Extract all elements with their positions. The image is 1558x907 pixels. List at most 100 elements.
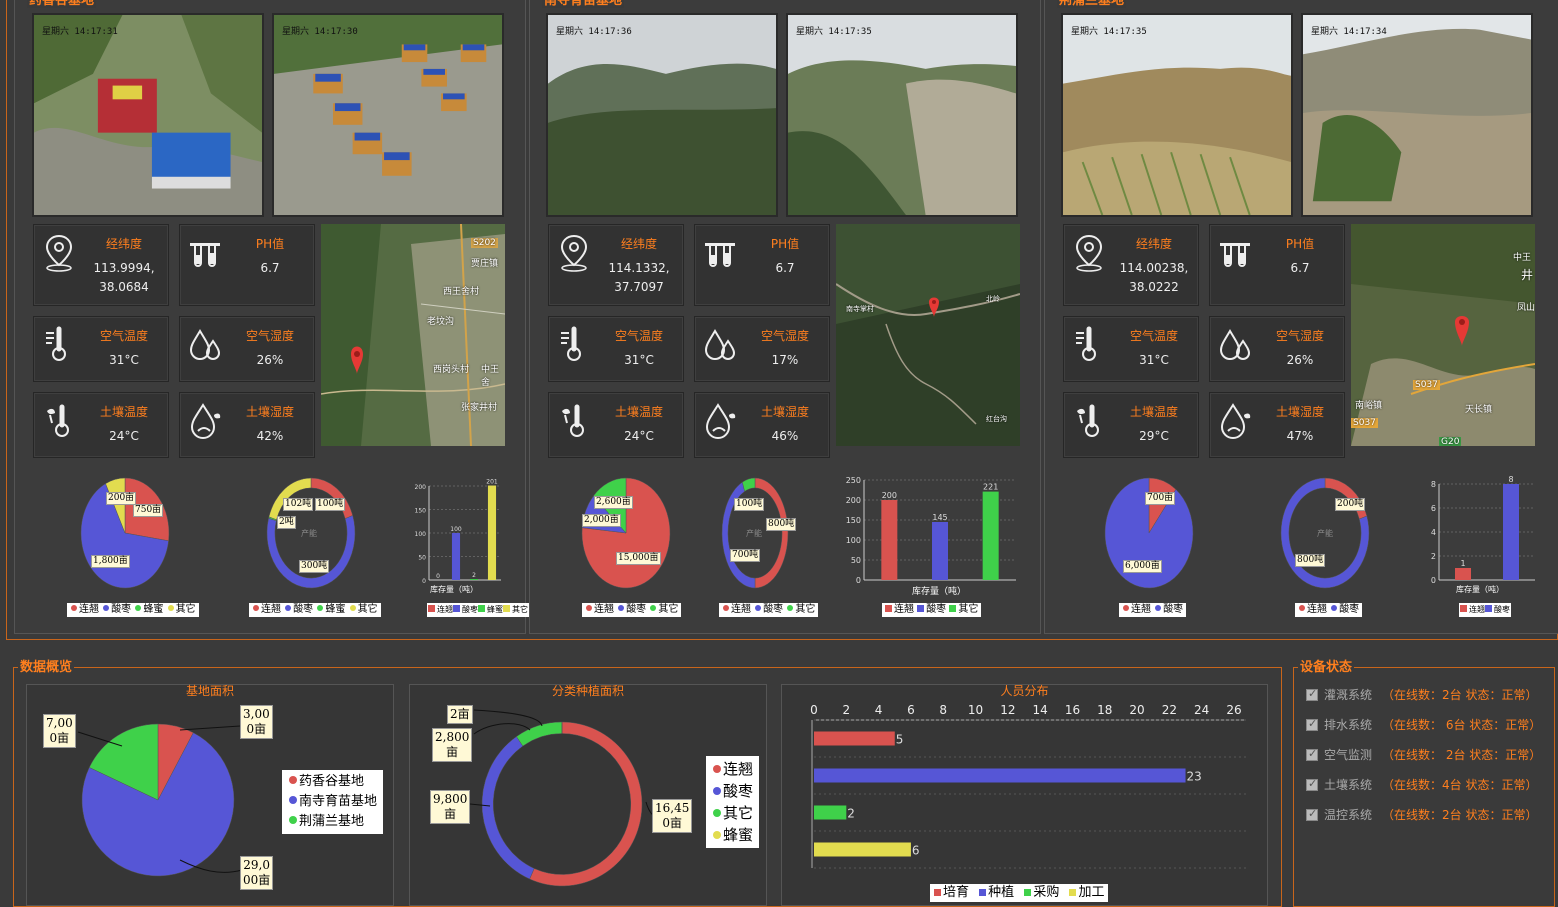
device-item[interactable]: 土壤系统（在线数：4台 状态：正常） [1306,776,1537,793]
legend-item: 培育 [943,885,969,900]
legend-item: 连翘 [437,605,453,614]
camera-feed-1[interactable]: 星期六 14:17:36 [546,13,778,217]
pie-label: 700亩 [1145,492,1175,505]
air-temp-value: 31°C [595,351,683,370]
legend-item: 酸枣 [293,604,313,615]
camera-feed-2[interactable]: 星期六 14:17:34 [1301,13,1533,217]
camera-feed-2[interactable]: 星期六 14:17:30 [272,13,504,217]
tick-label: 12 [1000,703,1015,717]
base-title: 荆蒲兰基地 [1057,0,1126,8]
camera-feed-1[interactable]: 星期六 14:17:31 [32,13,264,217]
soil-temp-value: 24°C [595,427,683,446]
ring-label: 200吨 [1335,498,1365,511]
soil-temp-card: 土壤温度 24°C [548,392,684,458]
bar-value-label: 201 [486,479,498,486]
pie-chart [580,476,672,590]
satellite-map[interactable]: 南寺掌村 北岭 红台沟 [836,224,1020,446]
map-label: 西王舍村 [443,284,479,297]
map-label: S202 [471,238,498,248]
ph-label: PH值 [1256,235,1344,252]
ring-center-label: 产能 [746,528,762,539]
ph-value: 6.7 [1256,259,1344,278]
ph-label: PH值 [741,235,829,252]
people-title: 人员分布 [782,682,1267,699]
bar-chart-title: 库存量（吨） [864,584,1014,597]
bar-value-label: 2 [472,572,476,579]
map-label: 天长镇 [1465,402,1492,415]
tick-label: 150 [415,508,427,515]
coord-value: 114.00238, 38.0222 [1110,259,1198,297]
soil-temp-label: 土壤温度 [595,403,683,420]
tick-label: 6 [1431,504,1436,513]
coord-card: 经纬度 114.1332, 37.7097 [548,224,684,306]
soil-humidity-value: 46% [741,427,829,446]
tick-label: 6 [907,703,915,717]
plant-label: 2亩 [447,705,473,724]
map-label: 南峪镇 [1355,398,1382,411]
soil-humidity-label: 土壤湿度 [1256,403,1344,420]
map-label: 井 [1521,266,1533,283]
base-panel-2: 南寺育苗基地 星期六 14:17:36 星期六 14:17:35 经纬度 114… [529,0,1041,634]
air-temp-card: 空气温度 31°C [1063,316,1199,382]
coord-card: 经纬度 114.00238, 38.0222 [1063,224,1199,306]
thermometer-icon [1072,325,1106,365]
legend-item: 加工 [1078,885,1104,900]
legend-item: 其它 [512,605,528,614]
tick-label: 10 [968,703,983,717]
tick-label: 0 [810,703,818,717]
area-legend: 药香谷基地 南寺育苗基地 荆蒲兰基地 [282,770,383,834]
coord-label: 经纬度 [595,235,683,252]
legend-item: 酸枣 [462,605,478,614]
ring-label: 800吨 [1295,554,1325,567]
checkbox-icon [1306,749,1318,761]
air-humidity-value: 17% [741,351,829,370]
soil-temp-label: 土壤温度 [1110,403,1198,420]
area-label: 7,00 0亩 [43,714,76,748]
bar [488,486,496,580]
air-temp-label: 空气温度 [80,327,168,344]
water-drops-icon [703,325,737,365]
tick-label: 26 [1226,703,1241,717]
tick-label: 22 [1162,703,1177,717]
soil-temp-label: 土壤温度 [80,403,168,420]
coord-value: 114.1332, 37.7097 [595,259,683,297]
plant-title: 分类种植面积 [410,682,766,699]
pie-legend: 连翘 酸枣 [1119,603,1186,617]
device-item[interactable]: 灌溉系统（在线数：2台 状态：正常） [1306,686,1537,703]
device-item[interactable]: 温控系统（在线数：2台 状态：正常） [1306,806,1537,823]
location-pin-icon [1072,233,1106,273]
coord-value: 113.9994, 38.0684 [80,259,168,297]
tick-label: 20 [1129,703,1144,717]
plant-label: 9,800 亩 [430,790,470,824]
satellite-map[interactable]: S202 贾庄镇 西王舍村 老坟沟 西岗头村 中王舍 张家井村 [321,224,505,446]
device-item[interactable]: 排水系统（在线数： 6台 状态：正常） [1306,716,1541,733]
camera-feed-1[interactable]: 星期六 14:17:35 [1061,13,1293,217]
satellite-map[interactable]: 中王 井 凤山 S037 南峪镇 天长镇 S037 G20 [1351,224,1535,446]
legend-item: 其它 [358,604,378,615]
legend-item: 连翘 [723,760,753,778]
legend-item: 连翘 [731,604,751,615]
map-label: 红台沟 [986,414,1007,424]
legend-item: 酸枣 [1339,604,1359,615]
ph-card: PH值 6.7 [1209,224,1345,306]
bar-value-label: 100 [450,526,462,533]
ring-segment [742,478,755,491]
pie-label: 200亩 [106,492,136,505]
soil-humidity-card: 土壤湿度 47% [1209,392,1345,458]
ph-value: 6.7 [741,259,829,278]
legend-item: 采购 [1033,885,1059,900]
bar [1455,568,1471,580]
bar [814,843,911,857]
bar-value-label: 2 [847,807,855,821]
bar [983,492,999,580]
air-humidity-label: 空气湿度 [741,327,829,344]
map-label: 中王 [1513,250,1531,263]
soil-temp-value: 24°C [80,427,168,446]
legend-item: 连翘 [79,604,99,615]
ring-label: 700吨 [730,549,760,562]
legend-item: 连翘 [1469,605,1485,614]
camera-feed-2[interactable]: 星期六 14:17:35 [786,13,1018,217]
bar-value-label: 8 [1508,476,1513,484]
air-humidity-label: 空气湿度 [226,327,314,344]
device-item[interactable]: 空气监测（在线数： 2台 状态：正常） [1306,746,1541,763]
